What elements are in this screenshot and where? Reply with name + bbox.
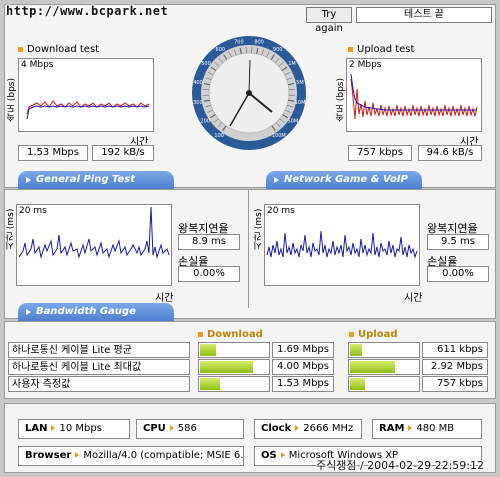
download-gauge-value: 1.53 Mbps <box>272 376 334 392</box>
status-field: 테스트 끝 <box>356 7 492 23</box>
upload-gauge-bar <box>348 359 420 375</box>
ram-info: RAM 480 MB <box>372 419 482 439</box>
download-title: Download test <box>18 44 99 55</box>
tab-network-game-voip-test[interactable]: Network Game & VoIP Test <box>266 171 422 203</box>
game-line-graph <box>266 230 418 259</box>
bullet-icon <box>198 331 203 337</box>
watermark-text: http://www.bcpark.net <box>6 4 169 18</box>
gauge-tick-label: 900 <box>273 47 283 53</box>
game-loss-value: 0.00% <box>427 266 489 282</box>
game-x-label: 시간 <box>404 293 423 304</box>
upload-gauge-fill <box>350 361 395 373</box>
download-speed-value: 1.53 Mbps <box>18 145 88 161</box>
ping-divider <box>248 190 249 308</box>
browser-info: Browser Mozilla/4.0 (compatible; MSIE 6.0 <box>18 446 244 466</box>
bandwidth-upload-header: Upload <box>349 329 397 340</box>
download-gauge-bar <box>198 342 270 358</box>
bandwidth-row-label: 사용자 측정값 <box>8 376 190 392</box>
arrow-icon <box>408 425 413 431</box>
upload-gauge-fill <box>350 344 362 356</box>
tab-general-ping-test[interactable]: General Ping Test <box>18 171 174 189</box>
bandwidth-row-label: 하나로통신 케이블 Lite 평균 <box>8 342 190 358</box>
upload-chart: 2 Mbps <box>346 58 482 132</box>
arrow-icon <box>280 452 285 458</box>
bullet-icon <box>349 331 354 337</box>
gauge-tick-label: 100 <box>214 133 224 139</box>
ping-chart: 20 ms <box>16 204 172 286</box>
ping-line-graph <box>18 206 170 259</box>
download-gauge-value: 1.69 Mbps <box>272 342 334 358</box>
arrow-icon <box>169 425 174 431</box>
arrow-icon <box>51 425 56 431</box>
upload-gauge-bar <box>348 342 420 358</box>
gauge-tick-label: 700 <box>234 40 244 46</box>
upload-rate-value: 94.6 kB/s <box>418 145 482 161</box>
gauge-tick-label: 400 <box>193 80 203 86</box>
upload-speed-value: 757 kbps <box>348 145 412 161</box>
clock-info: Clock 2666 MHz <box>254 419 362 439</box>
footer-stamp: 주식쟁점 / 2004-02-29 22:59:12 <box>316 459 485 472</box>
gauge-tick-label: 800 <box>254 40 264 46</box>
gauge-tick-label: 200 <box>200 119 210 125</box>
upload-gauge-value: 611 kbps <box>422 342 488 358</box>
download-gauge-fill <box>200 344 216 356</box>
speed-gauge: 100 200 300 400 500 600 700 800 900 1M 5M 10M 50M 100… <box>190 34 308 152</box>
arrow-icon <box>75 452 80 458</box>
gauge-tick-label: 300 <box>193 100 203 106</box>
download-line-graph <box>26 100 150 120</box>
gauge-tick-label: 600 <box>216 47 226 53</box>
gauge-tick-label: 1M <box>288 61 296 67</box>
gauge-tick-label: 50M <box>287 119 298 125</box>
upload-title: Upload test <box>348 44 414 55</box>
game-chart: 20 ms <box>264 204 420 286</box>
gauge-tick-label: 100M <box>272 133 286 139</box>
ping-x-label: 시간 <box>155 293 174 304</box>
download-chart: 4 Mbps <box>18 58 154 132</box>
gauge-tick-label: 500 <box>201 61 211 67</box>
download-gauge-fill <box>200 378 220 390</box>
upload-gauge-fill <box>350 378 365 390</box>
bullet-icon <box>18 46 23 52</box>
download-gauge-value: 4.00 Mbps <box>272 359 334 375</box>
gauge-tick-label: 5M <box>296 80 304 86</box>
game-rtt-value: 9.5 ms <box>427 234 489 250</box>
download-gauge-bar <box>198 359 270 375</box>
upload-line-graph <box>350 73 478 120</box>
upload-gauge-bar <box>348 376 420 392</box>
bandwidth-row-label: 하나로통신 케이블 Lite 최대값 <box>8 359 190 375</box>
try-again-button[interactable]: Try again <box>306 7 352 34</box>
gauge-tick-label: 10M <box>295 100 306 106</box>
arrow-icon <box>295 425 300 431</box>
bandwidth-download-header: Download <box>198 329 263 340</box>
upload-gauge-value: 2.92 Mbps <box>422 359 488 375</box>
tab-bandwidth-gauge[interactable]: Bandwidth Gauge <box>18 303 174 321</box>
bullet-icon <box>348 46 353 52</box>
lan-info: LAN 10 Mbps <box>18 419 130 439</box>
download-y-label: 속도 (bps) <box>7 78 17 122</box>
ping-loss-value: 0.00% <box>178 266 240 282</box>
download-gauge-fill <box>200 361 253 373</box>
ping-rtt-value: 8.9 ms <box>178 234 240 250</box>
upload-gauge-value: 757 kbps <box>422 376 488 392</box>
cpu-info: CPU 586 <box>136 419 244 439</box>
download-rate-value: 192 kB/s <box>92 145 154 161</box>
download-gauge-bar <box>198 376 270 392</box>
